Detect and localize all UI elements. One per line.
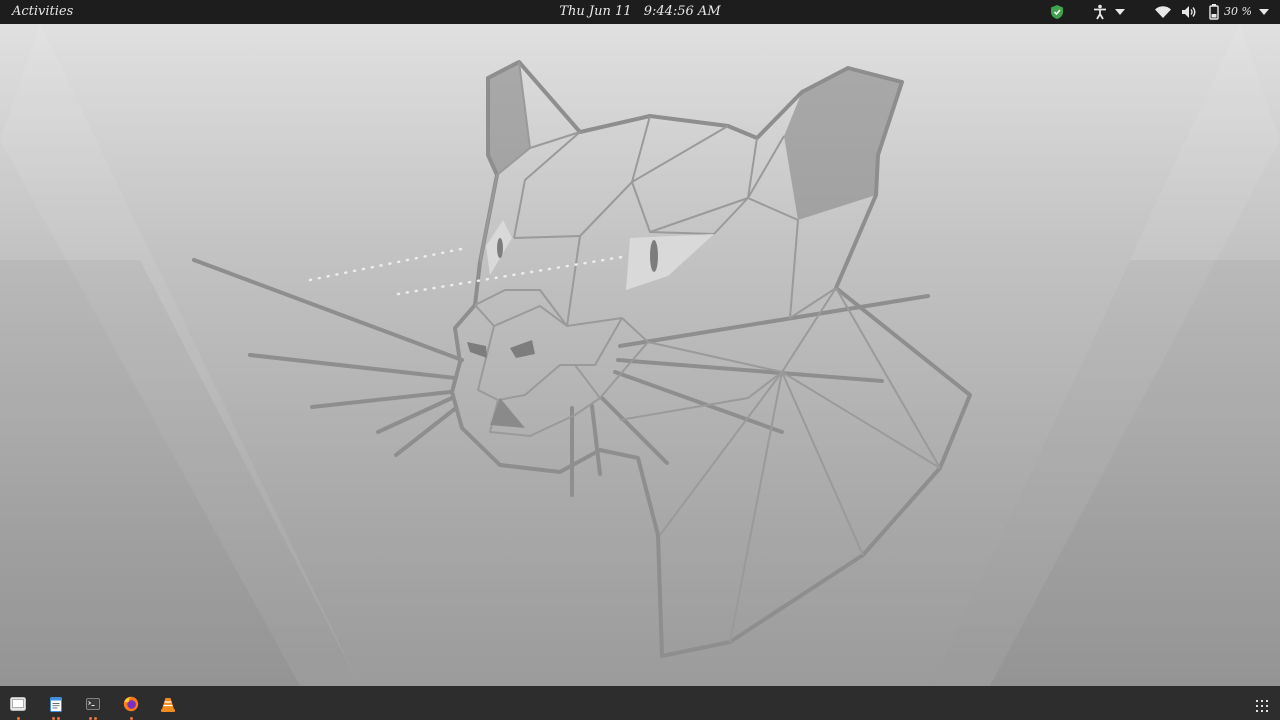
top-bar: Activities Thu Jun 11 9:44:56 AM 30 % bbox=[0, 0, 1280, 24]
firefox-icon bbox=[123, 696, 139, 712]
clock-date: Thu Jun 11 bbox=[559, 4, 632, 19]
dock-item-text-editor[interactable] bbox=[43, 691, 69, 720]
battery-icon[interactable] bbox=[1208, 0, 1220, 24]
dock-item-terminal[interactable] bbox=[80, 691, 106, 720]
desktop-wallpaper[interactable] bbox=[0, 24, 1280, 686]
clock-time: 9:44:56 AM bbox=[643, 4, 721, 19]
text-editor-icon bbox=[50, 696, 62, 712]
focal-fossa-wallpaper bbox=[0, 24, 1280, 686]
battery-percent[interactable]: 30 % bbox=[1224, 0, 1252, 24]
dock bbox=[0, 686, 1280, 720]
app-grid-icon bbox=[1256, 700, 1268, 712]
dock-item-firefox[interactable] bbox=[118, 691, 144, 720]
wifi-icon[interactable] bbox=[1154, 0, 1172, 24]
files-icon bbox=[10, 697, 26, 711]
terminal-icon bbox=[86, 698, 100, 710]
dock-item-vlc[interactable] bbox=[155, 691, 181, 717]
chevron-down-icon[interactable] bbox=[1114, 0, 1126, 24]
chevron-down-icon[interactable] bbox=[1258, 0, 1270, 24]
show-applications-button[interactable] bbox=[1256, 697, 1268, 712]
shield-update-icon[interactable] bbox=[1046, 0, 1068, 24]
accessibility-icon[interactable] bbox=[1092, 0, 1108, 24]
system-tray: 30 % bbox=[1046, 0, 1270, 24]
vlc-icon bbox=[161, 697, 175, 712]
volume-icon[interactable] bbox=[1180, 0, 1198, 24]
dock-item-files[interactable] bbox=[5, 691, 31, 720]
